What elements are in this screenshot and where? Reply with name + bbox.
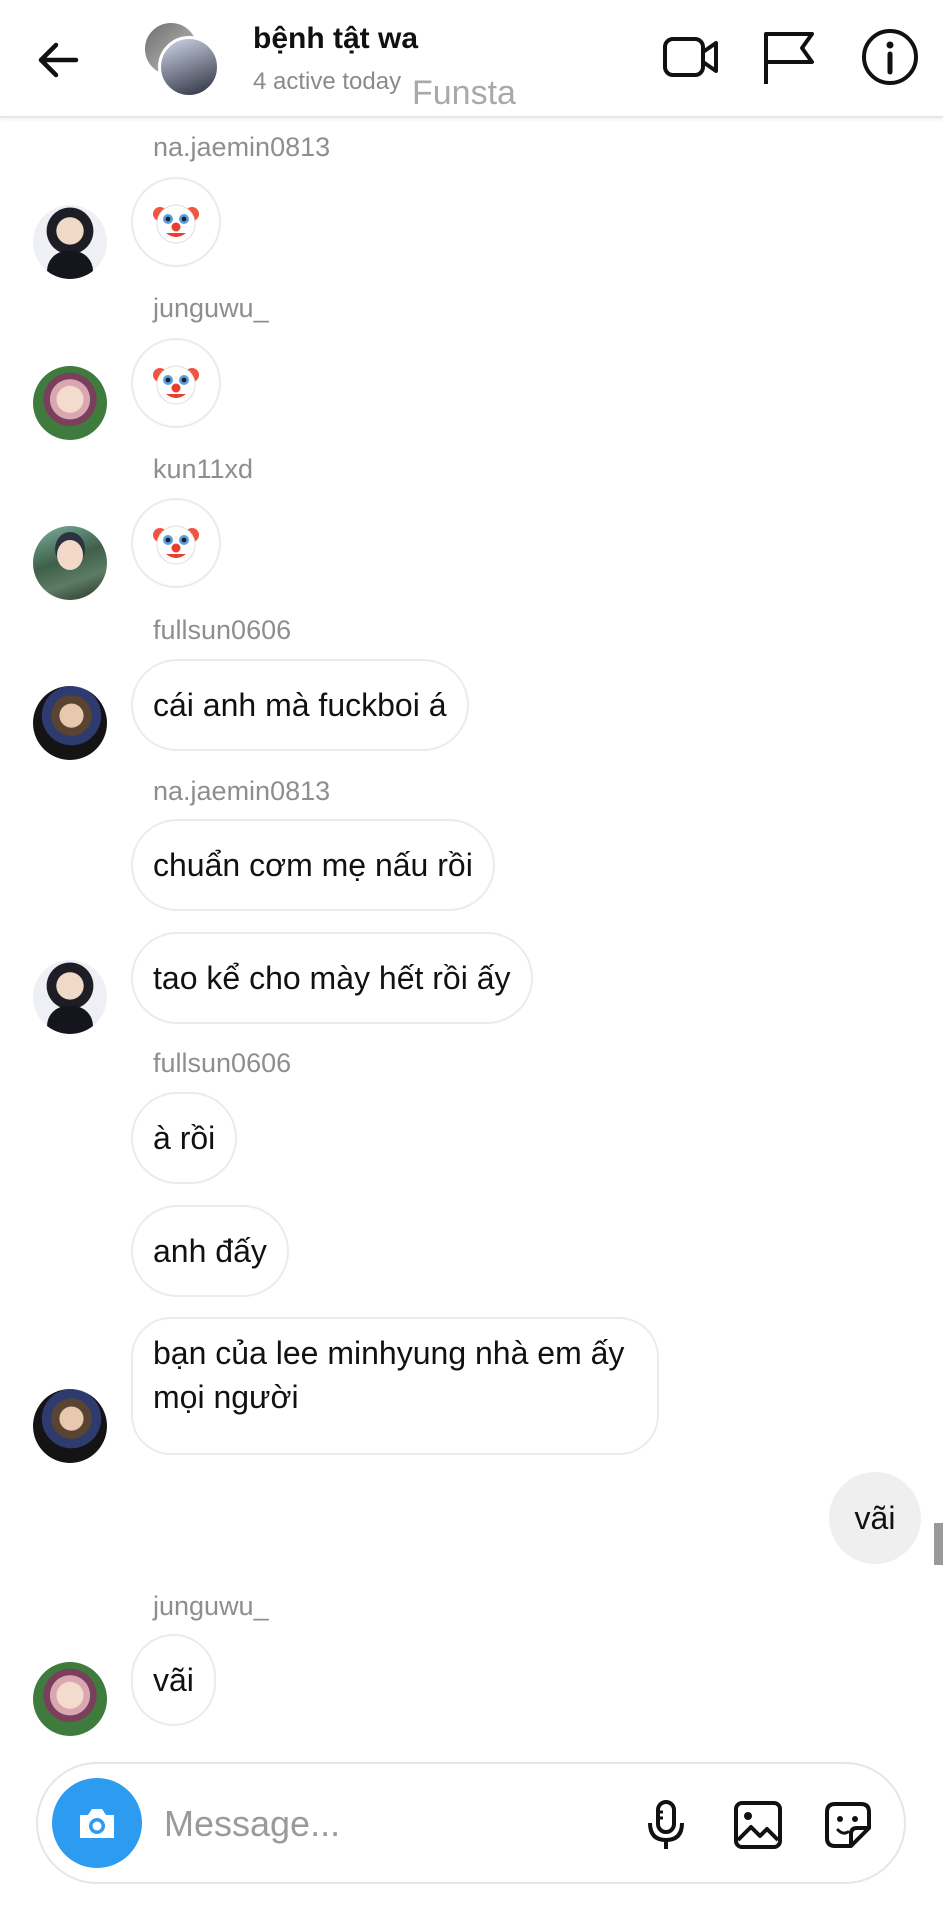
message-bubble[interactable]: bạn của lee minhyung nhà em ấy mọi người: [131, 1317, 659, 1455]
sender-name: na.jaemin0813: [153, 132, 331, 162]
message-bubble[interactable]: cái anh mà fuckboi á: [131, 659, 469, 751]
message-text: anh đấy: [153, 1233, 267, 1269]
message-bubble[interactable]: 🤡: [131, 498, 221, 588]
message-text: vãi: [153, 1662, 194, 1698]
message-input[interactable]: [162, 1790, 636, 1858]
sticker-icon[interactable]: [821, 1798, 875, 1852]
message-text: vãi: [854, 1499, 896, 1536]
avatar[interactable]: [33, 205, 107, 279]
message-text: tao kể cho mày hết rồi ấy: [153, 960, 511, 996]
camera-button[interactable]: [52, 1778, 142, 1868]
message-bubble[interactable]: 🤡: [131, 338, 221, 428]
video-call-icon[interactable]: [660, 26, 722, 88]
message-text: cái anh mà fuckboi á: [153, 687, 447, 723]
message-bubble[interactable]: chuẩn cơm mẹ nấu rồi: [131, 819, 495, 911]
message-bubble[interactable]: 🤡: [131, 177, 221, 267]
avatar[interactable]: [33, 1662, 107, 1736]
avatar[interactable]: [33, 960, 107, 1034]
sender-name: junguwu_: [153, 1591, 269, 1621]
clown-emoji-icon: [153, 525, 199, 565]
message-text: à rồi: [153, 1120, 216, 1156]
avatar[interactable]: [33, 526, 107, 600]
message-bubble[interactable]: à rồi: [131, 1092, 238, 1184]
watermark: Funsta: [412, 74, 516, 112]
flag-icon[interactable]: [758, 26, 820, 88]
message-text: chuẩn cơm mẹ nấu rồi: [153, 847, 473, 883]
group-name[interactable]: bệnh tật wa: [253, 22, 418, 56]
avatar[interactable]: [33, 686, 107, 760]
sender-name: kun11xd: [153, 454, 254, 484]
camera-icon: [80, 1809, 114, 1838]
message-bubble[interactable]: vãi: [131, 1634, 216, 1726]
sender-name: na.jaemin0813: [153, 776, 331, 806]
message-bubble[interactable]: anh đấy: [131, 1205, 289, 1297]
outgoing-message-bubble[interactable]: vãi: [829, 1472, 921, 1564]
active-status: 4 active today: [253, 68, 402, 95]
group-avatar[interactable]: [142, 20, 222, 98]
clown-emoji-icon: [153, 365, 199, 405]
avatar[interactable]: [33, 1389, 107, 1463]
sender-name: fullsun0606: [153, 1048, 292, 1078]
info-icon[interactable]: [859, 26, 921, 88]
message-bubble[interactable]: tao kể cho mày hết rồi ấy: [131, 932, 533, 1024]
group-avatar-front: [158, 36, 220, 98]
sender-name: junguwu_: [153, 293, 269, 323]
message-text: bạn của lee minhyung nhà em ấy mọi người: [153, 1335, 625, 1415]
message-composer: [36, 1762, 906, 1884]
microphone-icon[interactable]: [639, 1798, 693, 1852]
back-arrow-icon[interactable]: [30, 32, 86, 88]
chat-header: bệnh tật wa 4 active today Funsta: [0, 0, 943, 118]
gallery-icon[interactable]: [731, 1798, 785, 1852]
clown-emoji-icon: [153, 204, 199, 244]
sender-name: fullsun0606: [153, 615, 292, 645]
avatar[interactable]: [33, 366, 107, 440]
scrollbar[interactable]: [934, 1523, 943, 1565]
